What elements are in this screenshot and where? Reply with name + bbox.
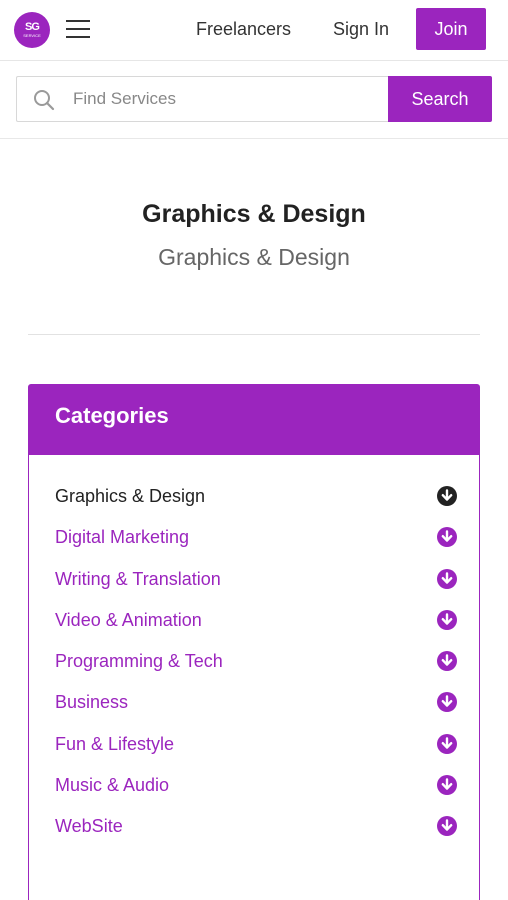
nav-link-freelancers[interactable]: Freelancers: [196, 18, 291, 40]
logo-subtext: SERVICE: [23, 33, 41, 38]
category-item-programming-tech[interactable]: Programming & Tech: [55, 648, 457, 674]
category-item-fun-lifestyle[interactable]: Fun & Lifestyle: [55, 731, 457, 757]
page: SG SERVICE Freelancers Sign In Join Sear…: [0, 0, 508, 900]
category-label: Graphics & Design: [55, 485, 206, 506]
categories-heading: Categories: [29, 385, 479, 455]
join-button[interactable]: Join: [416, 8, 486, 50]
search-icon: [34, 90, 55, 111]
arrow-down-circle-icon: [437, 610, 457, 630]
logo-text: SG: [25, 21, 40, 33]
category-item-music-audio[interactable]: Music & Audio: [55, 772, 457, 798]
category-label: Digital Marketing: [55, 526, 190, 547]
search-input[interactable]: [73, 87, 373, 111]
category-label: Music & Audio: [55, 774, 170, 795]
hamburger-menu-icon[interactable]: [66, 20, 90, 40]
category-label: Business: [55, 691, 129, 712]
categories-card: Categories Graphics & Design Digital Mar…: [28, 384, 480, 900]
category-item-business[interactable]: Business: [55, 689, 457, 715]
site-logo[interactable]: SG SERVICE: [14, 12, 50, 48]
arrow-down-circle-icon: [437, 651, 457, 671]
page-title: Graphics & Design: [142, 200, 366, 228]
top-navbar: SG SERVICE Freelancers Sign In Join: [0, 0, 508, 61]
category-label: Writing & Translation: [55, 568, 221, 589]
search-bar: Search: [16, 76, 492, 122]
arrow-down-circle-icon: [437, 569, 457, 589]
arrow-down-circle-icon: [437, 734, 457, 754]
category-item-writing-translation[interactable]: Writing & Translation: [55, 566, 457, 592]
nav-link-sign-in[interactable]: Sign In: [333, 18, 389, 40]
category-label: WebSite: [55, 815, 123, 836]
search-button[interactable]: Search: [388, 76, 492, 122]
page-subtitle: Graphics & Design: [158, 244, 350, 270]
category-item-website[interactable]: WebSite: [55, 813, 457, 839]
category-label: Programming & Tech: [55, 650, 223, 671]
arrow-down-circle-icon: [437, 486, 457, 506]
arrow-down-circle-icon: [437, 527, 457, 547]
category-label: Fun & Lifestyle: [55, 733, 175, 754]
category-item-digital-marketing[interactable]: Digital Marketing: [55, 524, 457, 550]
title-divider: [28, 334, 480, 335]
category-label: Video & Animation: [55, 609, 202, 630]
arrow-down-circle-icon: [437, 816, 457, 836]
category-item-graphics-design[interactable]: Graphics & Design: [55, 483, 457, 509]
arrow-down-circle-icon: [437, 692, 457, 712]
search-separator: [0, 138, 508, 139]
arrow-down-circle-icon: [437, 775, 457, 795]
search-box: [16, 76, 389, 122]
category-item-video-animation[interactable]: Video & Animation: [55, 607, 457, 633]
